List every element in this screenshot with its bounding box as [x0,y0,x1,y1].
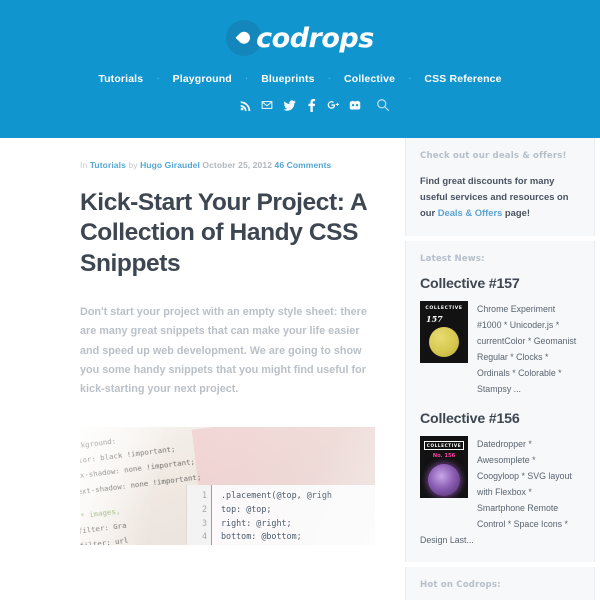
deals-kicker: Check out our deals & offers! [420,151,567,161]
post-meta: In Tutorials by Hugo Giraudel October 25… [80,160,372,170]
collective-thumb-number: No. 156 [432,452,456,459]
nav-item-collective[interactable]: Collective [331,73,408,85]
post-intro: Don't start your project with an empty s… [80,306,367,395]
collective-thumb-label: COLLECTIVE [424,440,464,450]
editor-line-numbers: 1 2 3 4 5 6 [187,485,211,546]
code-line: top: @top; [221,503,272,514]
latest-news-panel: Latest News: Collective #157 COLLECTIVE … [405,240,595,562]
purple-sphere-icon [428,463,460,496]
deals-offers-link[interactable]: Deals & Offers [438,207,503,218]
featured-image-code-editor: 1 2 3 4 5 6 .placement(@top, @righ top: … [187,485,375,546]
yellow-circle-icon [429,326,459,357]
main-navigation: Tutorials · Playground · Blueprints · Co… [0,73,600,85]
collective-description: Chrome Experiment #1000 * Unicoder.js * … [477,303,577,394]
line-number: 2 [201,503,207,514]
social-links [0,97,600,113]
latest-news-kicker: Latest News: [420,253,485,264]
sidebar: Check out our deals & offers! Find great… [400,138,600,600]
collective-thumbnail[interactable]: COLLECTIVE No. 156 [420,435,468,498]
code-line: .placement(@top, @righ [221,490,332,501]
line-number: 1 [201,490,207,501]
email-icon[interactable] [256,97,278,113]
collective-title[interactable]: Collective #157 [420,276,580,292]
nav-item-css-reference[interactable]: CSS Reference [411,73,514,85]
site-logo[interactable]: codrops [0,0,600,60]
line-number: 4 [201,531,207,542]
logo-text: codrops [256,22,374,54]
collective-item: Collective #157 COLLECTIVE 157 Chrome Ex… [420,276,580,397]
collective-title[interactable]: Collective #156 [420,411,580,427]
nav-item-blueprints[interactable]: Blueprints [248,73,327,85]
collective-thumbnail[interactable]: COLLECTIVE 157 [420,300,468,363]
site-header: codrops Tutorials · Playground · Bluepri… [0,0,600,138]
github-icon[interactable] [344,97,366,113]
featured-image[interactable]: background: color: black !important; box… [80,427,375,546]
collective-thumb-number: 157 [426,313,443,324]
deals-text-after: page! [502,207,530,219]
google-plus-icon[interactable] [322,97,344,113]
deals-panel: Check out our deals & offers! Find great… [405,138,595,236]
code-line: bottom: @bottom; [221,531,302,542]
page-body: In Tutorials by Hugo Giraudel October 25… [0,138,600,600]
nav-item-tutorials[interactable]: Tutorials [85,73,156,85]
code-line: left: @left; [221,544,332,545]
editor-code-lines: .placement(@top, @righ top: @top; right:… [211,485,332,546]
page-title: Kick-Start Your Project: A Collection of… [80,189,367,277]
post-meta-author[interactable]: Hugo Giraudel [140,160,200,170]
post-meta-date: October 25, 2012 [202,160,273,170]
collective-description: Datedropper * Awesomplete * Coogyloop * … [477,438,572,529]
twitter-icon[interactable] [278,97,300,113]
line-number: 3 [201,517,207,528]
collective-description-tail: Design Last... [420,534,474,545]
post-meta-in: In [80,160,88,170]
nav-item-playground[interactable]: Playground [160,73,245,85]
post-meta-comments[interactable]: 46 Comments [275,160,332,170]
line-number: 5 [187,544,207,545]
search-icon[interactable] [376,98,390,112]
post-meta-by: by [128,160,138,170]
article-column: In Tutorials by Hugo Giraudel October 25… [0,138,400,600]
facebook-icon[interactable] [300,97,322,113]
rss-icon[interactable] [234,97,256,113]
collective-item: Collective #156 COLLECTIVE No. 156 Dated… [420,411,580,548]
collective-thumb-label: COLLECTIVE [425,305,463,311]
code-line: right: @right; [221,517,292,528]
post-meta-category[interactable]: Tutorials [90,160,126,170]
deals-text: Find great discounts for many useful ser… [420,173,580,222]
hot-on-codrops-panel: Hot on Codrops: SS Reference Introducing… [405,566,595,600]
hot-kicker: Hot on Codrops: [420,579,501,590]
